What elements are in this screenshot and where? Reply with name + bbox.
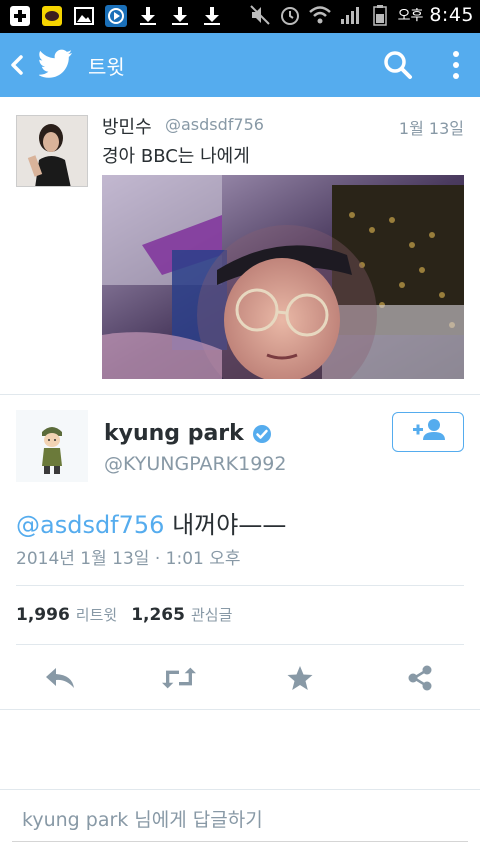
quoted-date: 1월 13일	[398, 119, 464, 138]
quoted-avatar[interactable]	[16, 115, 88, 187]
favorite-label: 관심글	[190, 606, 233, 624]
author-avatar[interactable]	[16, 410, 88, 482]
signal-icon	[338, 3, 362, 27]
author-handle[interactable]: @KYUNGPARK1992	[104, 453, 287, 475]
reply-input[interactable]	[12, 798, 468, 842]
quoted-text: 경아 BBC는 나에게	[102, 146, 250, 167]
tweet-timestamp: 2014년 1월 13일 · 1:01 오후	[16, 549, 241, 569]
divider	[0, 709, 480, 710]
favorite-stat[interactable]: 1,265 관심글	[131, 604, 232, 625]
clock-time: 8:45	[429, 4, 474, 26]
download-icon	[136, 4, 160, 28]
player-icon	[104, 4, 128, 28]
tweet-stats: 1,996 리트윗 1,265 관심글	[16, 604, 232, 625]
tweet-photo[interactable]	[102, 175, 464, 379]
page-title: 트윗	[88, 55, 125, 79]
favorite-icon[interactable]	[283, 664, 317, 692]
wifi-icon	[308, 3, 332, 27]
divider	[0, 394, 480, 395]
retweet-stat[interactable]: 1,996 리트윗	[16, 604, 117, 625]
divider	[16, 585, 464, 586]
back-icon[interactable]	[10, 55, 24, 75]
more-vert-icon[interactable]	[448, 48, 464, 82]
favorite-count: 1,265	[131, 605, 185, 625]
retweet-label: 리트윗	[75, 606, 118, 624]
status-bar: 오후 8:45	[0, 0, 480, 33]
mention-link[interactable]: @asdsdf756	[16, 511, 164, 539]
clock-ampm: 오후	[397, 8, 424, 24]
search-icon[interactable]	[383, 50, 413, 80]
retweet-icon[interactable]	[162, 664, 196, 692]
author-name[interactable]: kyung park	[104, 421, 244, 446]
download-icon	[200, 4, 224, 28]
add-icon	[8, 4, 32, 28]
quoted-author-name[interactable]: 방민수	[102, 113, 152, 139]
twitter-bird-icon[interactable]	[38, 49, 73, 79]
app-bar: 트윗	[0, 33, 480, 97]
tweet-body: 내꺼야——	[164, 511, 287, 539]
reply-bar	[0, 790, 480, 853]
verified-icon	[252, 424, 272, 444]
mute-icon	[248, 3, 272, 27]
notification-icons	[8, 4, 224, 28]
add-user-icon	[410, 418, 446, 446]
battery-icon	[368, 3, 392, 27]
author-name-row[interactable]: kyung park	[104, 421, 272, 446]
divider	[16, 644, 464, 645]
tweet-text: @asdsdf756 내꺼야——	[16, 505, 286, 540]
alarm-icon	[278, 3, 302, 27]
retweet-count: 1,996	[16, 605, 70, 625]
action-bar	[0, 658, 480, 700]
gallery-icon	[72, 4, 96, 28]
download-icon	[168, 4, 192, 28]
share-icon[interactable]	[403, 664, 437, 692]
system-icons: 오후 8:45	[248, 3, 474, 27]
follow-button[interactable]	[392, 412, 464, 452]
quoted-author-handle[interactable]: @asdsdf756	[165, 115, 264, 134]
reply-icon[interactable]	[43, 664, 77, 692]
kakaotalk-icon	[40, 4, 64, 28]
